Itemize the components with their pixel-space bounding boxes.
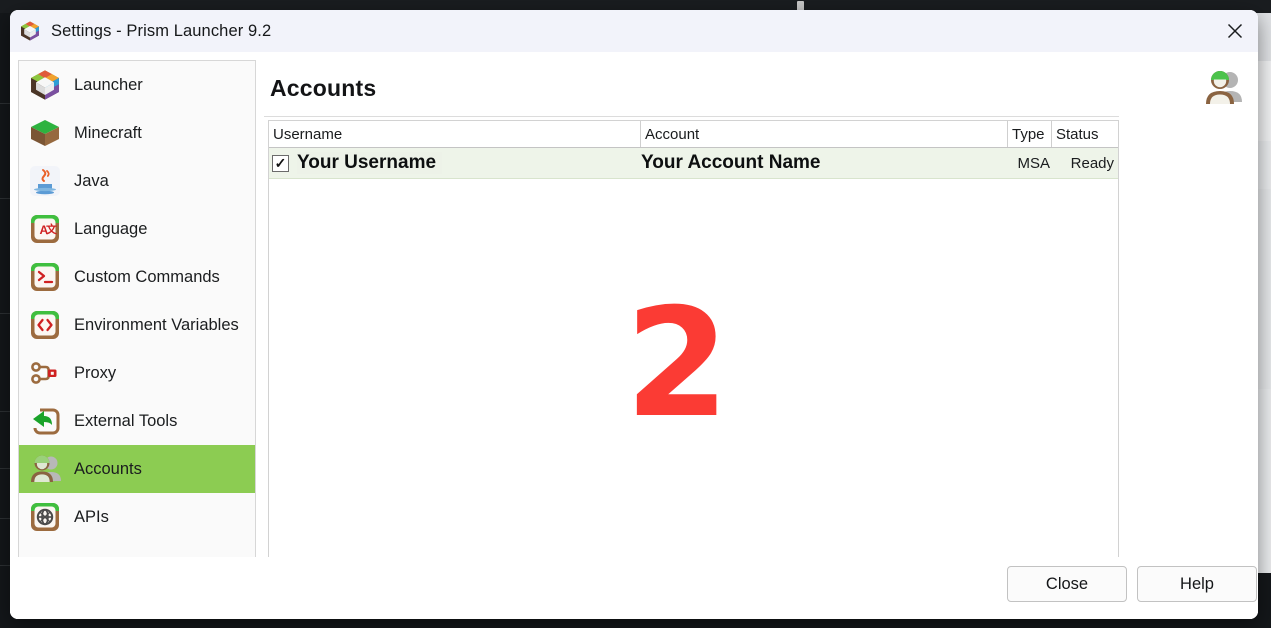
help-button[interactable]: Help xyxy=(1137,566,1257,602)
sidebar-item-environment-variables[interactable]: Environment Variables xyxy=(19,301,255,349)
dialog-body: Launcher Minecraft Java A 文 Language Cust… xyxy=(10,52,1258,619)
table-column-header-status[interactable]: Status xyxy=(1052,121,1118,147)
external-tools-icon xyxy=(28,404,62,438)
cell-status: Ready xyxy=(1070,154,1114,172)
accounts-person-icon xyxy=(1200,68,1244,108)
sidebar-item-label: Environment Variables xyxy=(74,315,239,334)
sidebar-item-custom-commands[interactable]: Custom Commands xyxy=(19,253,255,301)
sidebar-item-minecraft[interactable]: Minecraft xyxy=(19,109,255,157)
java-coffee-cup-icon xyxy=(28,164,62,198)
sidebar-item-language[interactable]: A 文 Language xyxy=(19,205,255,253)
dialog-footer: Close Help xyxy=(10,557,1258,619)
sidebar-item-label: External Tools xyxy=(74,411,178,430)
table-row[interactable]: ✓ Your Username Your Account Name MSA Ready xyxy=(269,148,1118,179)
accounts-table[interactable]: Username Account Type Status ✓ Your Username… xyxy=(268,120,1119,570)
translate-icon: A 文 xyxy=(28,212,62,246)
page-title: Accounts xyxy=(270,75,377,101)
sidebar-item-proxy[interactable]: Proxy xyxy=(19,349,255,397)
sidebar-item-java[interactable]: Java xyxy=(19,157,255,205)
sidebar-item-external-tools[interactable]: External Tools xyxy=(19,397,255,445)
sidebar-item-label: Minecraft xyxy=(74,123,142,142)
terminal-icon xyxy=(28,260,62,294)
table-header-row: Username Account Type Status xyxy=(269,121,1118,148)
svg-text:文: 文 xyxy=(46,222,58,236)
cell-username: ✓ Your Username xyxy=(269,148,641,179)
title-divider xyxy=(264,116,1119,117)
table-column-header-username[interactable]: Username xyxy=(269,121,641,147)
table-body[interactable]: ✓ Your Username Your Account Name MSA Ready xyxy=(269,148,1118,179)
username-text: Your Username xyxy=(297,152,443,174)
title-bar: Settings - Prism Launcher 9.2 xyxy=(10,10,1258,52)
sidebar-item-label: APIs xyxy=(74,507,109,526)
sidebar-item-label: Proxy xyxy=(74,363,117,382)
prism-cube-icon xyxy=(28,68,62,102)
api-globe-icon xyxy=(28,500,62,534)
sidebar-item-label: Accounts xyxy=(74,459,142,478)
grass-block-icon xyxy=(28,116,62,150)
accounts-person-icon xyxy=(28,452,62,486)
prism-cube-icon xyxy=(19,20,41,42)
step-annotation-2: 2 xyxy=(625,277,730,451)
close-button[interactable]: Close xyxy=(1007,566,1127,602)
sidebar-item-apis[interactable]: APIs xyxy=(19,493,255,541)
sidebar-item-label: Custom Commands xyxy=(74,267,220,286)
settings-sidebar[interactable]: Launcher Minecraft Java A 文 Language Cust… xyxy=(18,60,256,578)
cell-account: Your Account Name xyxy=(641,152,821,173)
code-brackets-icon xyxy=(28,308,62,342)
close-icon[interactable] xyxy=(1212,10,1258,52)
accounts-pane: Accounts Username Account Type Status ✓ Your xyxy=(264,60,1250,578)
table-column-header-account[interactable]: Account xyxy=(641,121,1008,147)
row-checkbox[interactable]: ✓ xyxy=(272,154,289,172)
window-title: Settings - Prism Launcher 9.2 xyxy=(51,21,272,40)
sidebar-item-label: Java xyxy=(74,171,109,190)
proxy-network-icon xyxy=(28,356,62,390)
sidebar-item-launcher[interactable]: Launcher xyxy=(19,61,255,109)
sidebar-item-accounts[interactable]: Accounts xyxy=(19,445,255,493)
sidebar-item-label: Language xyxy=(74,219,148,238)
table-column-header-type[interactable]: Type xyxy=(1008,121,1052,147)
cell-type: MSA xyxy=(1017,154,1050,172)
sidebar-item-label: Launcher xyxy=(74,75,143,94)
settings-dialog: Settings - Prism Launcher 9.2 Launcher M… xyxy=(10,10,1258,619)
